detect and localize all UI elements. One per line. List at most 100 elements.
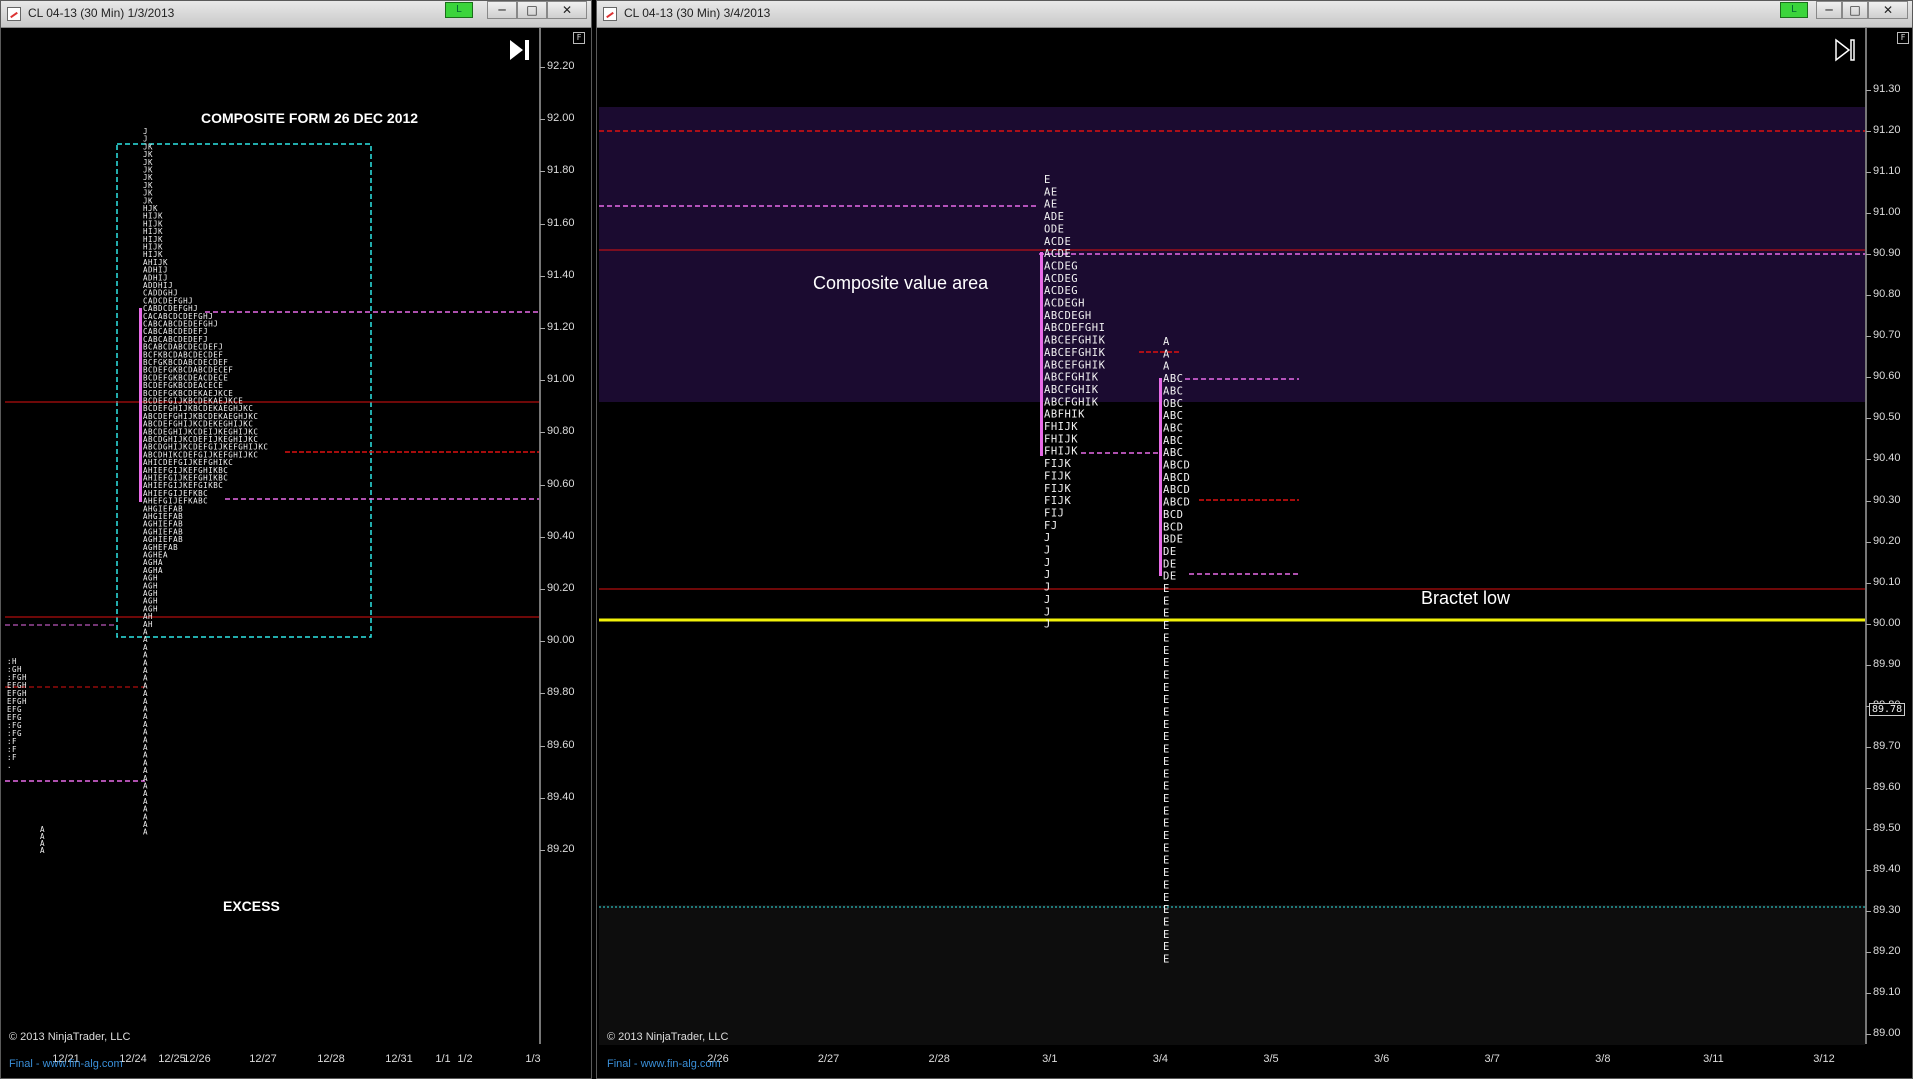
right-maximize-button[interactable]: □ (1842, 1, 1868, 19)
profile2-row: E (1163, 669, 1170, 681)
date-tick-label: 2/28 (928, 1053, 950, 1065)
profile2-row: E (1163, 793, 1170, 805)
price-tick-label: 91.20 (1873, 124, 1901, 137)
left-f-button[interactable]: F (573, 32, 585, 44)
profile2-row: E (1163, 756, 1170, 768)
profile2-row: E (1163, 929, 1170, 941)
profile2-row: E (1163, 879, 1170, 891)
price-tick-label: 91.00 (547, 373, 575, 386)
right-minimize-button[interactable]: ─ (1816, 1, 1842, 19)
left-profile-chart[interactable]: JJJKJKJKJKJKJKJKJKHJKHIJKHIJKHIJKHIJKHIJ… (5, 28, 541, 1078)
right-f-button[interactable]: F (1897, 32, 1909, 44)
price-tick-mark (540, 589, 545, 590)
profile1-row: ABCEFGHIK (1044, 359, 1106, 371)
profile1-row: ACDEG (1044, 260, 1078, 272)
left-footer-link[interactable]: Final - www.fin-alg.com (9, 1058, 123, 1070)
bractet-low-annotation: Bractet low (1421, 588, 1511, 608)
left-status-indicator[interactable]: L (445, 2, 473, 18)
profile1-row: FJ (1044, 520, 1058, 532)
price-tick-mark (1866, 500, 1871, 502)
right-footer-link[interactable]: Final - www.fin-alg.com (607, 1058, 721, 1070)
profile1-row: J (1044, 582, 1051, 594)
profile-row: A (143, 828, 148, 837)
profile2-value-bar (1159, 378, 1162, 576)
price-tick-label: 90.90 (1873, 247, 1901, 260)
profile2-row: E (1163, 941, 1170, 953)
price-tick-mark (1866, 541, 1871, 543)
right-profile-chart[interactable]: EAEAEADEODEACDEACDEACDEGACDEGACDEGACDEGH… (599, 28, 1865, 1078)
date-tick-label: 3/12 (1813, 1053, 1835, 1065)
profile1-row: ABCFGHIK (1044, 384, 1099, 396)
profile1-row: ABFHIK (1044, 409, 1085, 421)
right-title-bar[interactable]: CL 04-13 (30 Min) 3/4/2013 L ─ □ ✕ (597, 1, 1912, 28)
price-tick-mark (540, 641, 545, 643)
profile2-row: E (1163, 768, 1170, 780)
profile1-row: J (1044, 619, 1051, 631)
date-tick-label: 12/27 (249, 1053, 277, 1065)
right-play-to-end-icon[interactable] (1833, 37, 1859, 63)
price-tick-label: 91.40 (547, 268, 575, 281)
profile2-row: BDE (1163, 534, 1183, 546)
price-tick-label: 89.40 (1873, 862, 1901, 875)
price-tick-label: 90.20 (1873, 534, 1901, 547)
price-tick-mark (1866, 582, 1871, 584)
profile1-row: FHIJK (1044, 421, 1078, 433)
profile1-row: ABCFGHIK (1044, 372, 1099, 384)
price-tick-mark (1866, 911, 1871, 912)
left-title-bar[interactable]: CL 04-13 (30 Min) 1/3/2013 L ─ □ ✕ (1, 1, 591, 28)
profile2-row: E (1163, 731, 1170, 743)
price-tick-label: 90.60 (547, 477, 575, 490)
profile1-row: FIJ (1044, 507, 1064, 519)
price-tick-label: 90.30 (1873, 493, 1901, 506)
profile2-row: E (1163, 707, 1170, 719)
price-tick-mark (540, 850, 545, 851)
left-maximize-button[interactable]: □ (517, 1, 547, 19)
price-tick-mark (540, 745, 545, 747)
profile2-row: ABCD (1163, 460, 1190, 472)
profile1-row: ODE (1044, 223, 1064, 235)
value-area-bar (139, 308, 142, 502)
profile1-row: ABCDEGH (1044, 310, 1092, 322)
chart-app-icon (603, 7, 617, 21)
profile2-row: E (1163, 954, 1170, 966)
profile1-row: FHIJK (1044, 446, 1078, 458)
right-window-title: CL 04-13 (30 Min) 3/4/2013 (624, 6, 771, 20)
right-close-button[interactable]: ✕ (1868, 1, 1908, 19)
price-tick-label: 89.20 (1873, 945, 1901, 958)
price-tick-label: 90.80 (1873, 288, 1901, 301)
profile2-row: ABC (1163, 373, 1183, 385)
right-status-indicator[interactable]: L (1780, 2, 1808, 18)
date-tick-label: 12/25 (158, 1053, 186, 1065)
right-chart-window[interactable]: CL 04-13 (30 Min) 3/4/2013 L ─ □ ✕ E AE AE… (596, 0, 1913, 1079)
bottom-profile-row: A (40, 846, 45, 855)
date-tick-label: 12/31 (385, 1053, 413, 1065)
date-tick-label: 12/28 (317, 1053, 345, 1065)
date-tick-label: 3/7 (1484, 1053, 1500, 1065)
price-tick-label: 91.10 (1873, 165, 1901, 178)
price-tick-label: 90.00 (547, 634, 575, 647)
profile2-row: E (1163, 805, 1170, 817)
price-tick-mark (540, 328, 545, 329)
profile2-row: E (1163, 744, 1170, 756)
profile2-row: DE (1163, 571, 1177, 583)
left-play-to-end-icon[interactable] (507, 37, 533, 63)
date-tick-label: 3/5 (1263, 1053, 1279, 1065)
date-tick-label: 1/2 (457, 1053, 473, 1065)
date-tick-label: 12/24 (119, 1053, 147, 1065)
profile1-row: J (1044, 569, 1051, 581)
profile2-row: A (1163, 348, 1170, 360)
date-tick-label: 3/6 (1373, 1053, 1390, 1065)
composite-annotation: COMPOSITE FORM 26 DEC 2012 (201, 110, 419, 126)
price-tick-label: 90.20 (547, 582, 575, 594)
left-chart-window[interactable]: CL 04-13 (30 Min) 1/3/2013 L ─ □ ✕ J J JK J… (0, 0, 592, 1079)
profile2-row: E (1163, 818, 1170, 830)
profile2-row: E (1163, 855, 1170, 867)
profile1-row: J (1044, 606, 1051, 618)
left-minimize-button[interactable]: ─ (487, 1, 517, 19)
lower-shaded-band (599, 905, 1865, 1045)
profile2-row: DE (1163, 546, 1177, 558)
price-tick-label: 89.20 (547, 843, 575, 855)
date-tick-label: 3/8 (1595, 1053, 1611, 1065)
left-close-button[interactable]: ✕ (547, 1, 587, 19)
current-price-marker: 89.78 (1869, 703, 1906, 716)
